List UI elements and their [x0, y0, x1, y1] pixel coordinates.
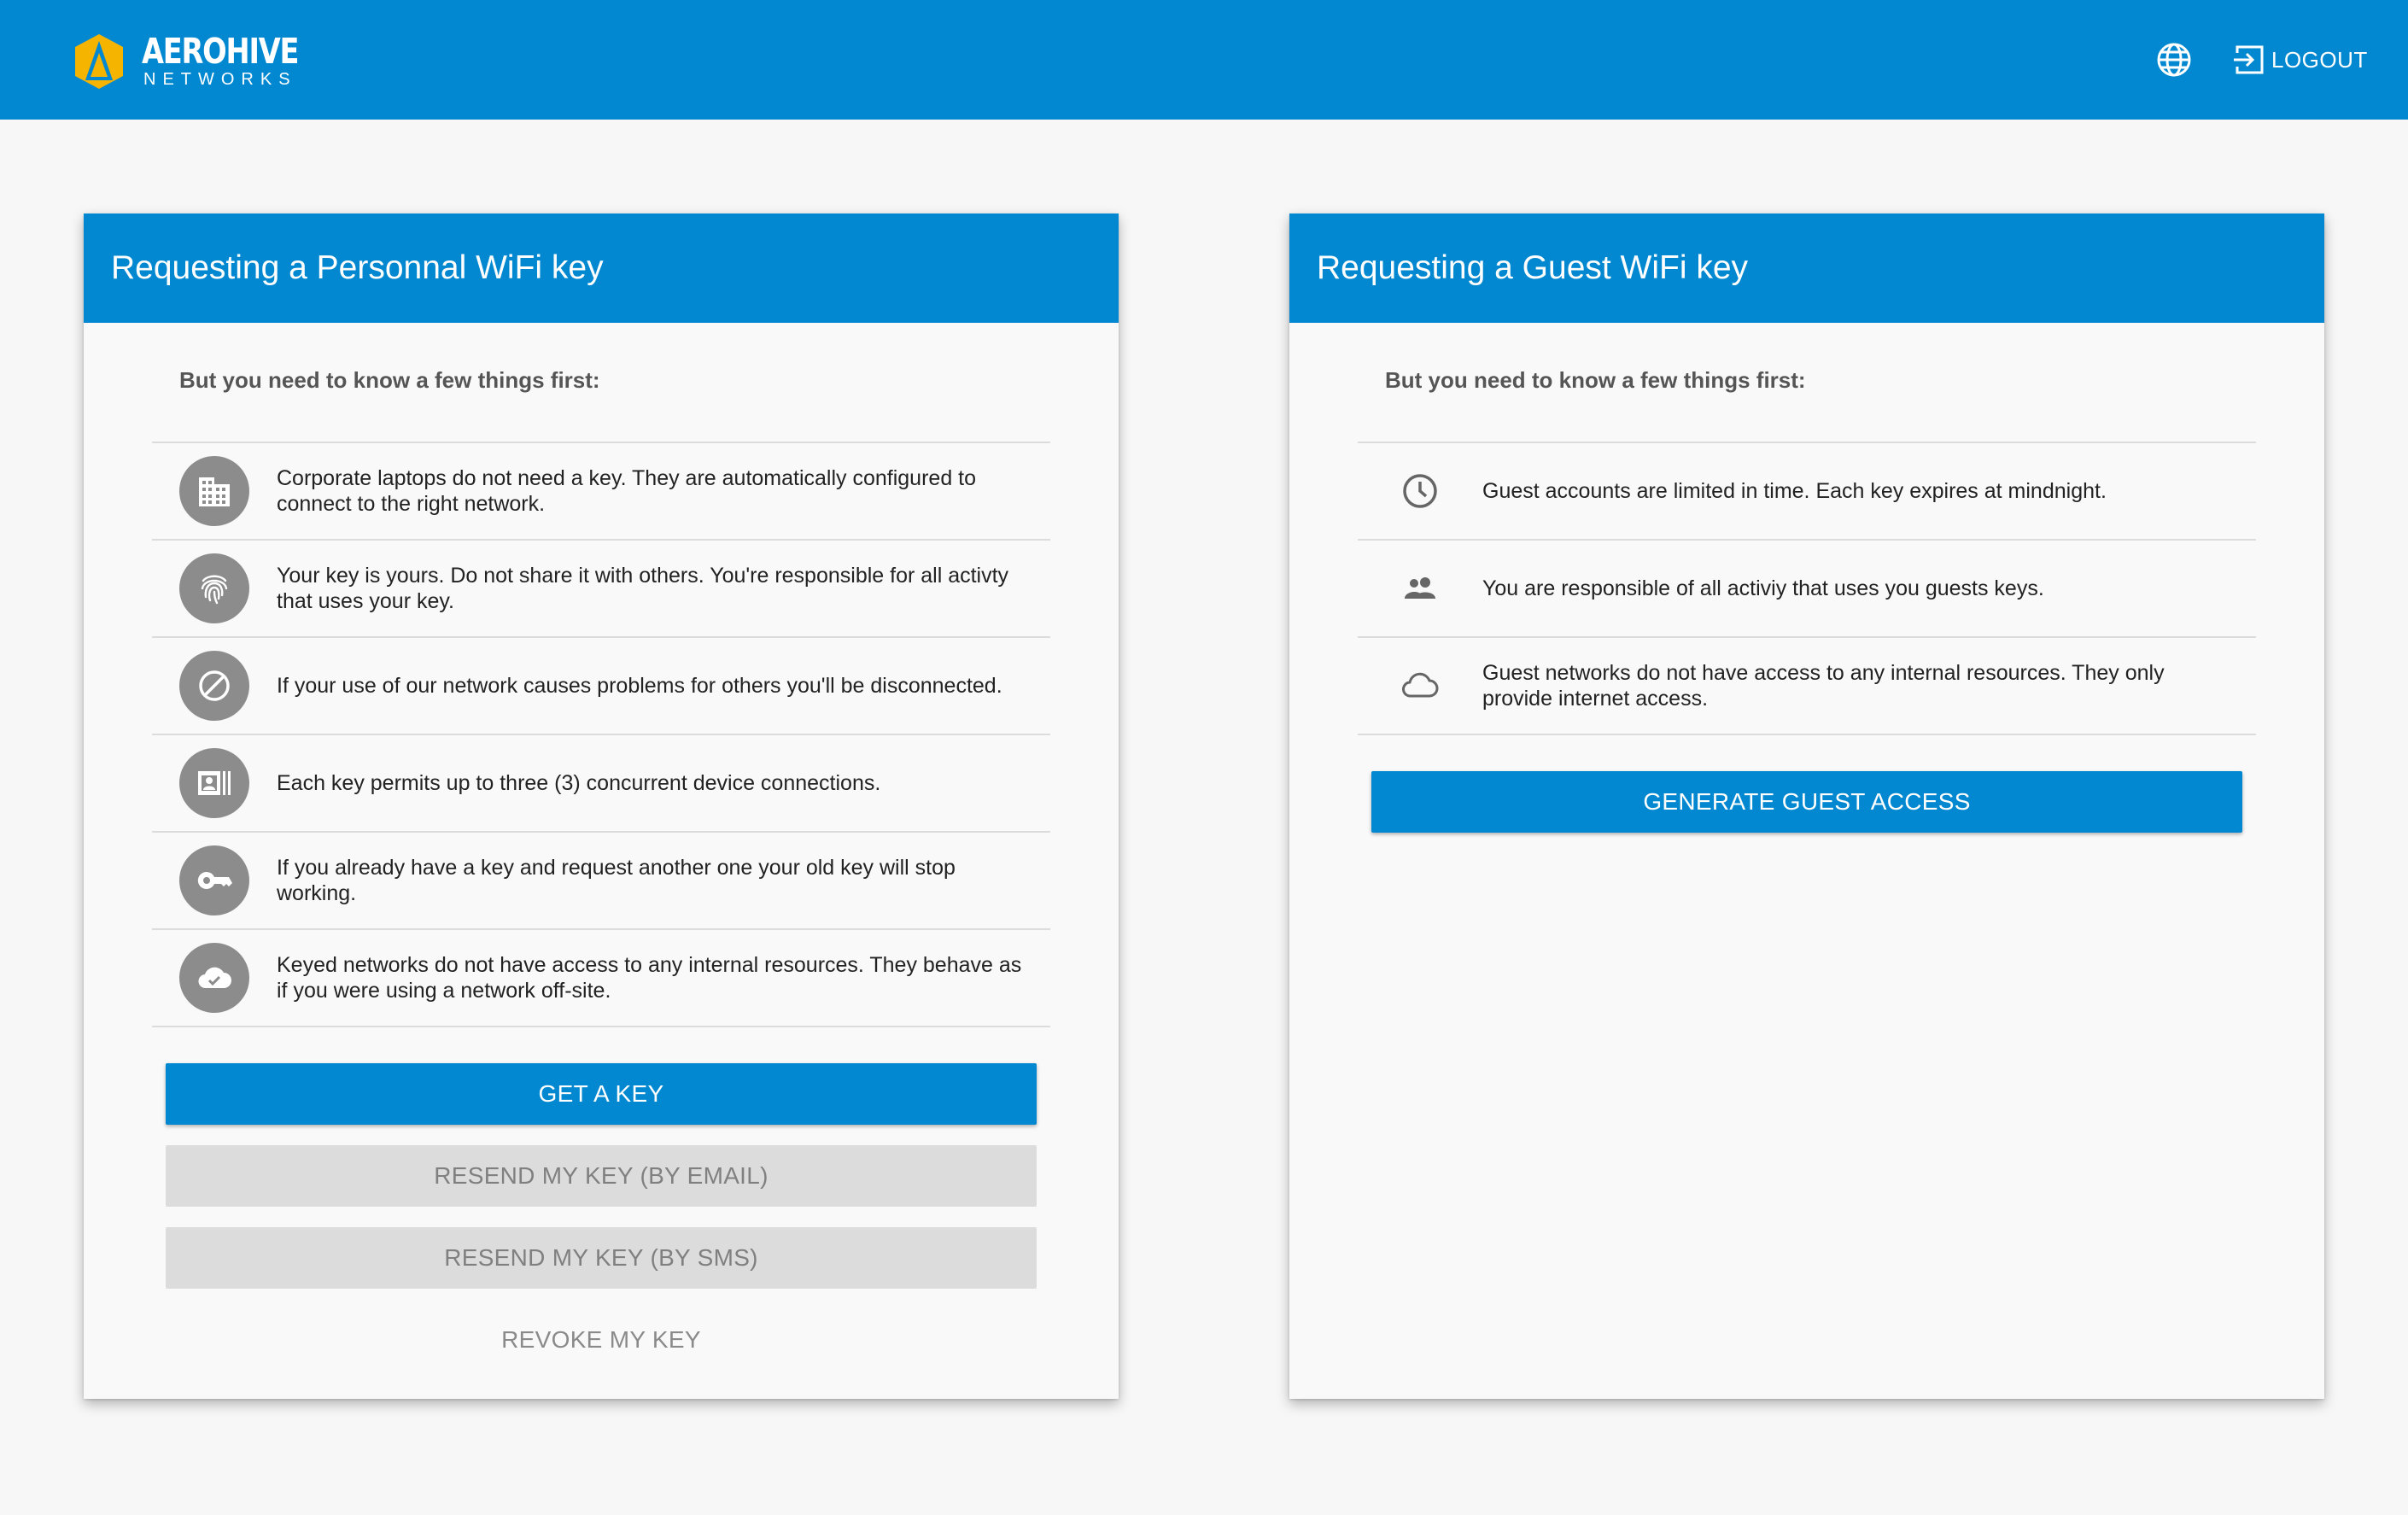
cloud-icon [1402, 672, 1439, 698]
generate-guest-access-button[interactable]: GENERATE GUEST ACCESS [1371, 771, 2242, 833]
list-item: If you already have a key and request an… [152, 833, 1050, 930]
rule-text: Guest networks do not have access to any… [1482, 661, 2165, 711]
personal-rules-list: Corporate laptops do not need a key. The… [152, 442, 1050, 1027]
fingerprint-icon [201, 575, 228, 605]
guest-card-title: Requesting a Guest WiFi key [1289, 214, 2324, 323]
list-item: If your use of our network causes proble… [152, 638, 1050, 735]
logout-button[interactable]: LOGOUT [2232, 38, 2368, 82]
list-item: Guest accounts are limited in time. Each… [1358, 443, 2256, 541]
building-icon [199, 477, 230, 506]
language-button[interactable] [2155, 41, 2193, 79]
aerohive-logo: AEROHIVE NETWORKS [73, 31, 332, 92]
personal-intro: But you need to know a few things first: [179, 367, 600, 393]
aerohive-logo-icon [75, 34, 123, 89]
people-icon [1405, 577, 1435, 599]
top-bar: AEROHIVE NETWORKS LOGOUT [0, 0, 2408, 120]
list-item: Each key permits up to three (3) concurr… [152, 735, 1050, 833]
rule-text: You are responsible of all activiy that … [1482, 576, 2044, 600]
rule-text: Your key is yours. Do not share it with … [277, 564, 1009, 613]
rule-text: Each key permits up to three (3) concurr… [277, 771, 881, 795]
resend-sms-button[interactable]: RESEND MY KEY (BY SMS) [166, 1227, 1037, 1289]
personal-card-title: Requesting a Personnal WiFi key [84, 214, 1119, 323]
revoke-key-button[interactable]: REVOKE MY KEY [166, 1309, 1037, 1371]
key-icon [197, 871, 232, 889]
brand-name: AEROHIVE [142, 31, 299, 72]
rule-text: If your use of our network causes proble… [277, 674, 1002, 698]
clock-icon [1403, 474, 1437, 508]
guest-rules-list: Guest accounts are limited in time. Each… [1358, 442, 2256, 735]
logout-icon [2234, 45, 2264, 74]
list-item: You are responsible of all activiy that … [1358, 541, 2256, 638]
guest-wifi-card: Requesting a Guest WiFi key But you need… [1289, 214, 2324, 1399]
guest-intro: But you need to know a few things first: [1385, 367, 1806, 393]
devices-icon [198, 771, 231, 795]
list-item: Guest networks do not have access to any… [1358, 638, 2256, 735]
logout-label: LOGOUT [2271, 46, 2368, 73]
block-icon [199, 670, 230, 701]
personal-wifi-card: Requesting a Personnal WiFi key But you … [84, 214, 1119, 1399]
cloud-check-icon [198, 967, 231, 989]
rule-text: Keyed networks do not have access to any… [277, 953, 1022, 1003]
list-item: Keyed networks do not have access to any… [152, 930, 1050, 1027]
globe-icon [2157, 43, 2191, 77]
rule-text: Guest accounts are limited in time. Each… [1482, 479, 2107, 503]
get-key-button[interactable]: GET A KEY [166, 1063, 1037, 1125]
brand-sub: NETWORKS [143, 70, 297, 89]
rule-text: Corporate laptops do not need a key. The… [277, 466, 977, 516]
resend-email-button[interactable]: RESEND MY KEY (BY EMAIL) [166, 1145, 1037, 1207]
rule-text: If you already have a key and request an… [277, 856, 956, 905]
list-item: Corporate laptops do not need a key. The… [152, 443, 1050, 541]
list-item: Your key is yours. Do not share it with … [152, 541, 1050, 638]
